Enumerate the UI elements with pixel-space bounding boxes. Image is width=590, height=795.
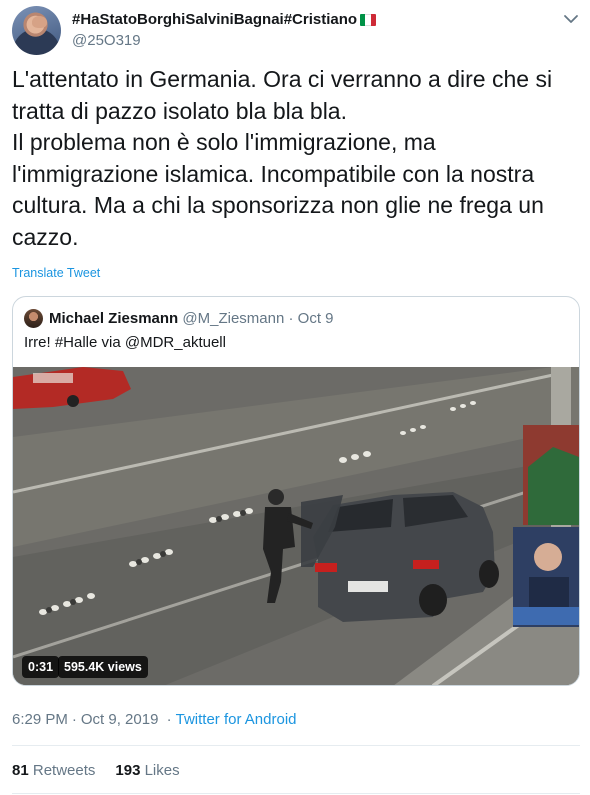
- tweet-text: L'attentato in Germania. Ora ci verranno…: [12, 64, 580, 253]
- tweet-text-line: cazzo.: [12, 223, 79, 250]
- tweet-text-line: cultura. Ma a chi la sponsorizza non gli…: [12, 192, 544, 218]
- chevron-down-icon[interactable]: [562, 10, 580, 28]
- video-views-badge: 595.4K views: [58, 656, 148, 678]
- retweets-stat[interactable]: 81 Retweets: [12, 762, 95, 779]
- quoted-tweet-text: Irre! #Halle via @MDR_aktuell: [24, 334, 226, 351]
- meta-separator: ·: [166, 711, 172, 728]
- video-player[interactable]: 0:31 595.4K views: [13, 367, 579, 685]
- video-frame: [13, 367, 579, 685]
- flag-stripe-red: [370, 13, 377, 26]
- tweet-source-link[interactable]: Twitter for Android: [176, 711, 297, 728]
- italy-flag-icon: [360, 13, 377, 26]
- quoted-tweet[interactable]: Michael Ziesmann @M_Ziesmann · Oct 9 Irr…: [12, 296, 580, 686]
- likes-label: Likes: [144, 762, 180, 779]
- tweet-text-line: l'immigrazione islamica. Incompatibile c…: [12, 160, 535, 187]
- quoted-author-name[interactable]: Michael Ziesmann: [49, 310, 178, 327]
- retweets-count: 81: [12, 762, 29, 779]
- tweet-date[interactable]: Oct 9, 2019: [81, 711, 159, 728]
- tweet-card: #HaStatoBorghiSalviniBagnai#Cristiano @2…: [0, 0, 590, 795]
- tweet-text-line: Il problema non è solo l'immigrazione, m…: [12, 129, 436, 155]
- video-duration-badge: 0:31: [22, 656, 60, 678]
- avatar-hand: [32, 16, 47, 28]
- translate-tweet-link[interactable]: Translate Tweet: [12, 266, 100, 280]
- author-avatar[interactable]: [12, 6, 61, 55]
- author-name-text[interactable]: #HaStatoBorghiSalviniBagnai#Cristiano: [72, 11, 357, 28]
- tweet-timestamp: 6:29 PM · Oct 9, 2019 · Twitter for Android: [12, 711, 297, 728]
- likes-count: 193: [115, 762, 141, 779]
- tweet-text-line: L'attentato in Germania. Ora ci verranno…: [12, 66, 553, 92]
- quoted-tweet-header: Michael Ziesmann @M_Ziesmann · Oct 9: [49, 310, 334, 327]
- tweet-stats: 81 Retweets 193 Likes: [12, 762, 180, 779]
- tweet-time[interactable]: 6:29 PM: [12, 711, 68, 728]
- likes-stat[interactable]: 193 Likes: [115, 762, 179, 779]
- tweet-text-line: tratta di pazzo isolato bla bla bla.: [12, 97, 347, 124]
- author-handle[interactable]: @25O319: [72, 32, 141, 49]
- retweets-label: Retweets: [32, 762, 96, 779]
- meta-separator: ·: [71, 711, 77, 728]
- divider: [12, 793, 580, 794]
- quoted-separator: ·: [288, 310, 294, 327]
- divider: [12, 745, 580, 746]
- quoted-date[interactable]: Oct 9: [298, 310, 334, 327]
- author-display-name[interactable]: #HaStatoBorghiSalviniBagnai#Cristiano: [72, 11, 377, 28]
- quoted-author-handle[interactable]: @M_Ziesmann: [182, 310, 284, 327]
- quoted-author-avatar[interactable]: [24, 309, 43, 328]
